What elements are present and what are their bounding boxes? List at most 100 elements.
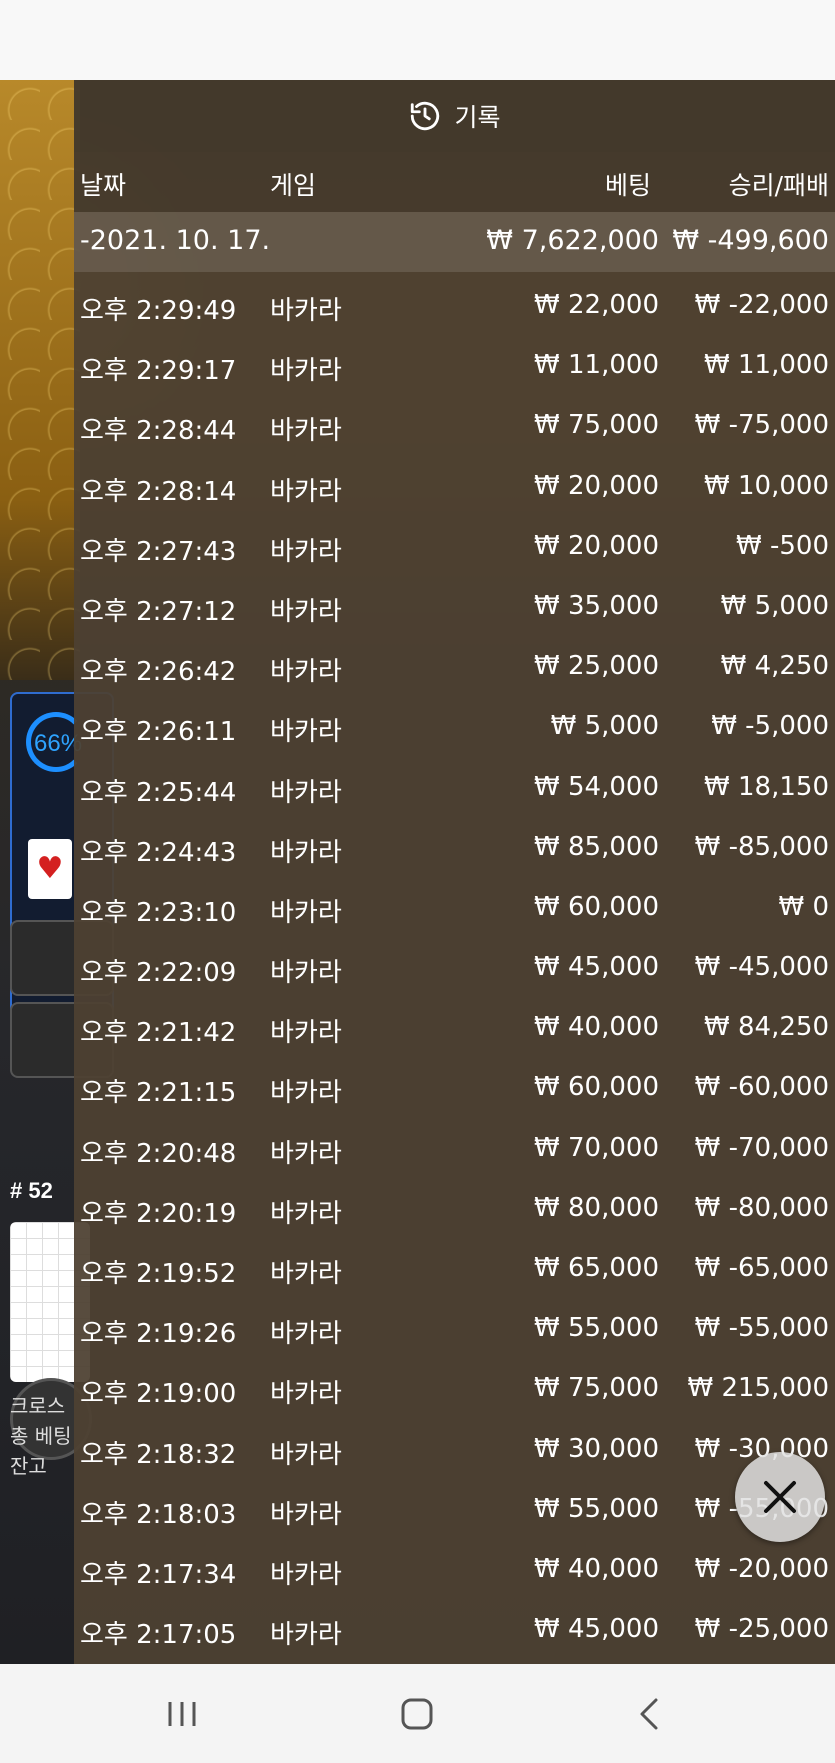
row-time: 오후 2:26:42 — [80, 657, 237, 688]
row-game: 바카라 — [270, 1319, 342, 1350]
history-row[interactable]: 오후 2:21:15 바카라 ₩ 60,000 ₩ -60,000 — [74, 1059, 835, 1119]
panel-title: 기록 — [454, 103, 501, 132]
recent-apps-icon[interactable] — [162, 1694, 202, 1734]
row-result: ₩ -60,000 — [694, 1072, 829, 1103]
row-time: 오후 2:29:49 — [80, 296, 237, 326]
row-bet: ₩ 11,000 — [534, 350, 659, 381]
history-row[interactable]: 오후 2:22:09 바카라 ₩ 45,000 ₩ -45,000 — [74, 939, 835, 999]
row-result: ₩ -22,000 — [694, 290, 829, 320]
row-game: 바카라 — [270, 1018, 342, 1049]
row-time: 오후 2:28:44 — [80, 416, 237, 447]
history-row[interactable]: 오후 2:18:03바카라₩ 55,000₩ -55,000 — [74, 1481, 835, 1541]
history-row[interactable]: 오후 2:17:05 바카라 ₩ 45,000 ₩ -25,000 — [74, 1601, 835, 1661]
date-group-total-bet: ₩ 7,622,000 — [486, 225, 659, 256]
history-row[interactable]: 오후 2:19:26 바카라 ₩ 55,000 ₩ -55,000 — [74, 1300, 835, 1360]
row-bet: ₩ 40,000 — [534, 1553, 659, 1584]
history-row[interactable]: 오후 2:18:32 바카라 ₩ 30,000 ₩ -30,000 — [74, 1421, 835, 1481]
history-row[interactable]: 오후 2:20:48 바카라 ₩ 70,000 ₩ -70,000 — [74, 1120, 835, 1180]
row-game: 바카라 — [270, 1620, 342, 1651]
row-result: ₩ -85,000 — [694, 831, 829, 862]
close-icon — [764, 1481, 796, 1513]
row-time: 오후 2:23:10 — [80, 897, 237, 928]
row-result: ₩ 4,250 — [720, 651, 829, 682]
back-icon[interactable] — [630, 1694, 670, 1734]
row-game: 바카라 — [270, 1499, 342, 1530]
row-game: 바카라 — [270, 1439, 342, 1470]
history-row[interactable]: 오후 2:28:44 바카라 ₩ 75,000 ₩ -75,000 — [74, 397, 835, 457]
row-time: 오후 2:19:00 — [80, 1379, 237, 1410]
row-time: 오후 2:22:09 — [80, 958, 237, 989]
row-time: 오후 2:18:32 — [80, 1439, 237, 1470]
row-bet: ₩ 35,000 — [534, 590, 659, 621]
date-group-total-result: ₩ -499,600 — [672, 225, 829, 256]
date-group-row[interactable]: -2021. 10. 17. ₩ 7,622,000 ₩ -499,600 — [74, 212, 835, 272]
history-row[interactable]: 오후 2:27:43 바카라 ₩ 20,000 ₩ -500 — [74, 518, 835, 578]
row-result: ₩ -65,000 — [694, 1253, 829, 1283]
row-result: ₩ -80,000 — [694, 1192, 829, 1223]
history-row[interactable]: 오후 2:20:19 바카라 ₩ 80,000 ₩ -80,000 — [74, 1180, 835, 1240]
history-row[interactable]: 오후 2:25:44 바카라 ₩ 54,000 ₩ 18,150 — [74, 759, 835, 819]
history-row[interactable]: 오후 2:24:43 바카라 ₩ 85,000 ₩ -85,000 — [74, 819, 835, 879]
history-row[interactable]: 오후 2:27:12 바카라 ₩ 35,000 ₩ 5,000 — [74, 578, 835, 638]
history-row[interactable]: 오후 2:28:14 바카라 ₩ 20,000 ₩ 10,000 — [74, 458, 835, 518]
column-date: 날짜 — [80, 171, 127, 200]
history-row[interactable]: 오후 2:19:00 바카라 ₩ 75,000 ₩ 215,000 — [74, 1360, 835, 1420]
row-bet: ₩ 40,000 — [534, 1012, 659, 1043]
row-time: 오후 2:19:26 — [80, 1319, 237, 1350]
history-panel[interactable]: 기록 날짜 게임 베팅 승리/패배 -2021. 10. 17. ₩ 7,622… — [74, 80, 835, 1664]
row-bet: ₩ 54,000 — [534, 771, 659, 802]
row-bet: ₩ 60,000 — [534, 1072, 659, 1103]
row-result: ₩ 84,250 — [704, 1012, 829, 1043]
row-game: 바카라 — [270, 1259, 342, 1289]
row-game: 바카라 — [270, 1198, 342, 1229]
panel-header: 기록 — [74, 80, 835, 152]
status-bar — [0, 0, 835, 80]
row-result: ₩ -20,000 — [694, 1553, 829, 1584]
row-bet: ₩ 20,000 — [534, 530, 659, 561]
row-bet: ₩ 85,000 — [534, 831, 659, 862]
navigation-bar — [0, 1664, 835, 1763]
history-row[interactable]: 오후 2:23:10 바카라 ₩ 60,000 ₩ 0 — [74, 879, 835, 939]
row-game: 바카라 — [270, 356, 342, 387]
row-game: 바카라 — [270, 1559, 342, 1590]
row-result: ₩ -75,000 — [694, 410, 829, 441]
footer-label-2: 총 베팅 — [10, 1424, 72, 1448]
row-game: 바카라 — [270, 1138, 342, 1169]
row-game: 바카라 — [270, 1379, 342, 1410]
row-time: 오후 2:17:34 — [80, 1559, 237, 1590]
row-result: ₩ -45,000 — [694, 952, 829, 983]
history-row[interactable]: 오후 2:17:34 바카라 ₩ 40,000 ₩ -20,000 — [74, 1541, 835, 1601]
column-bet: 베팅 — [604, 171, 651, 200]
history-row[interactable]: 오후 2:29:49 바카라 ₩ 22,000 ₩ -22,000 — [74, 277, 835, 337]
row-bet: ₩ 20,000 — [534, 470, 659, 501]
row-time: 오후 2:21:15 — [80, 1078, 237, 1109]
row-bet: ₩ 5,000 — [550, 711, 659, 742]
row-game: 바카라 — [270, 777, 342, 808]
row-result: ₩ -5,000 — [711, 711, 829, 742]
history-row[interactable]: 오후 2:19:52 바카라 ₩ 65,000 ₩ -65,000 — [74, 1240, 835, 1300]
row-bet: ₩ 65,000 — [534, 1253, 659, 1283]
row-bet: ₩ 70,000 — [534, 1132, 659, 1163]
column-headers: 날짜 게임 베팅 승리/패배 — [74, 152, 835, 212]
row-bet: ₩ 75,000 — [534, 1373, 659, 1404]
row-game: 바카라 — [270, 416, 342, 447]
row-bet: ₩ 75,000 — [534, 410, 659, 441]
row-bet: ₩ 55,000 — [534, 1493, 659, 1524]
history-row[interactable]: 오후 2:21:42 바카라 ₩ 40,000 ₩ 84,250 — [74, 999, 835, 1059]
row-game: 바카라 — [270, 958, 342, 989]
close-button[interactable] — [735, 1452, 825, 1542]
history-row[interactable]: 오후 2:29:17 바카라 ₩ 11,000 ₩ 11,000 — [74, 337, 835, 397]
row-time: 오후 2:24:43 — [80, 837, 237, 868]
row-time: 오후 2:27:12 — [80, 596, 237, 627]
column-result: 승리/패배 — [728, 171, 829, 200]
history-row[interactable]: 오후 2:26:42 바카라 ₩ 25,000 ₩ 4,250 — [74, 638, 835, 698]
history-row[interactable]: 오후 2:26:11 바카라 ₩ 5,000 ₩ -5,000 — [74, 698, 835, 758]
home-icon[interactable] — [397, 1694, 437, 1734]
row-time: 오후 2:27:43 — [80, 536, 237, 567]
row-time: 오후 2:18:03 — [80, 1499, 237, 1530]
row-result: ₩ 0 — [778, 891, 829, 922]
row-game: 바카라 — [270, 717, 342, 748]
row-bet: ₩ 80,000 — [534, 1192, 659, 1223]
row-result: ₩ 10,000 — [704, 470, 829, 501]
footer-label-1: 크로스 — [10, 1394, 66, 1418]
